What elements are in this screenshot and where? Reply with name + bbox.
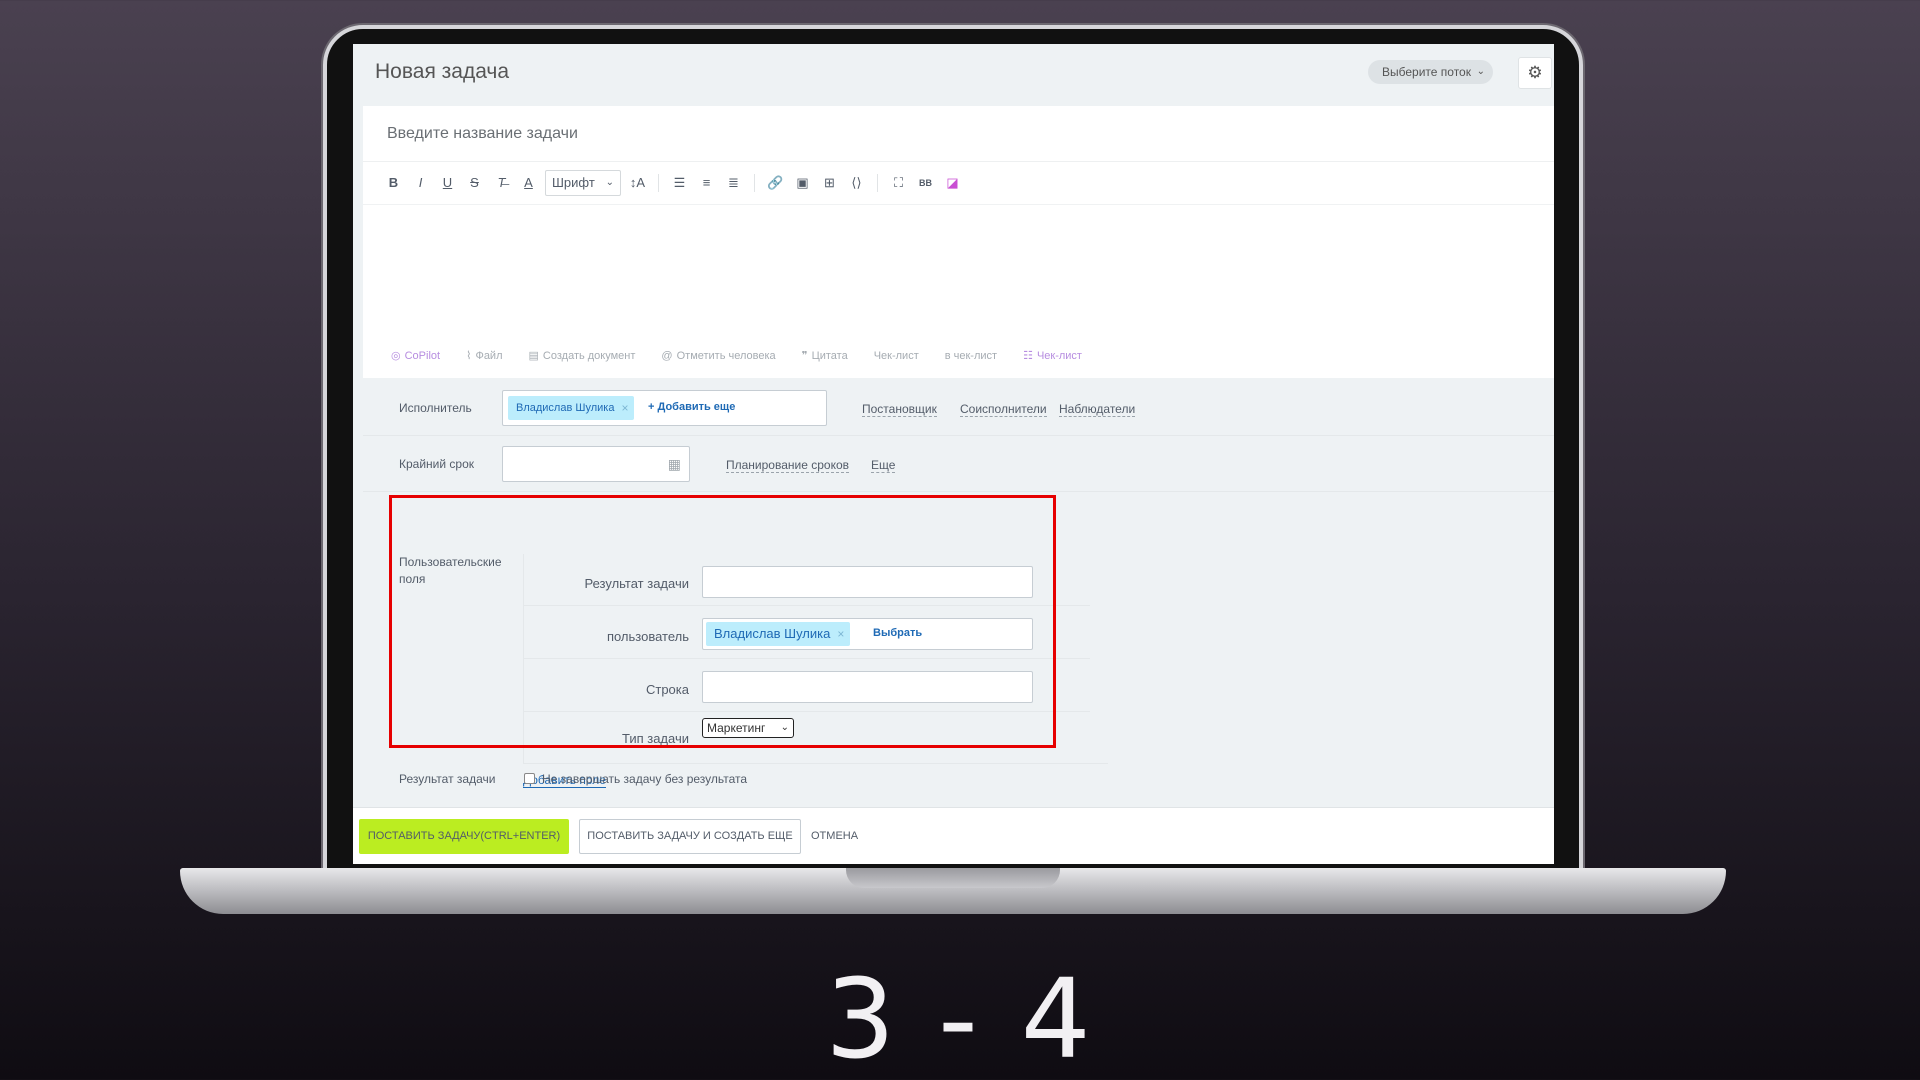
text-color-icon[interactable]: A [518,172,539,194]
assignee-row: Исполнитель Владислав Шулика × + Добавит… [363,380,1554,436]
fullscreen-icon[interactable]: ⛶ [888,172,909,194]
file-label: Файл [475,349,503,362]
flow-select-label: Выберите поток [1382,65,1471,79]
copilot-icon: ◎ [391,350,401,362]
assignee-chip[interactable]: Владислав Шулика × [508,396,635,420]
form-footer: ПОСТАВИТЬ ЗАДАЧУ(CTRL+ENTER) ПОСТАВИТЬ З… [353,807,1554,864]
font-select-label: Шрифт [552,175,595,190]
ordered-list-icon[interactable]: ☰ [669,172,690,194]
code-icon[interactable]: ⟨⟩ [846,172,867,194]
paperclip-icon: ⌇ [466,350,472,362]
flow-select[interactable]: Выберите поток ⌄ [1368,60,1493,84]
gear-icon: ⚙ [1527,63,1543,82]
checklist-icon: ☷ [1023,350,1033,362]
assignee-box[interactable]: Владислав Шулика × + Добавить еще [502,390,827,426]
image-icon[interactable]: ▣ [792,172,813,194]
copilot-button[interactable]: ◎ CoPilot [391,349,441,363]
no-complete-checkbox[interactable] [524,773,535,784]
assignee-label: Исполнитель [399,401,472,415]
underline-icon[interactable]: U [437,172,458,194]
task-name-input[interactable] [363,106,1554,162]
font-size-icon[interactable]: ↕A [627,172,648,194]
role-link-coexecutors[interactable]: Соисполнители [960,402,1047,417]
result-row: Результат задачи Не завершать задачу без… [353,762,1554,792]
bold-icon[interactable]: B [383,172,404,194]
strikethrough-icon[interactable]: S [464,172,485,194]
cancel-button[interactable]: ОТМЕНА [811,819,858,854]
planning-link[interactable]: Планирование сроков [726,458,850,473]
deadline-input[interactable]: ▦ [502,446,690,482]
attach-bar: ◎ CoPilot ⌇ Файл ▤ Создать документ @ От… [391,349,1082,363]
file-button[interactable]: ⌇ Файл [466,349,503,363]
quote-button[interactable]: ❞ Цитата [801,349,848,363]
clear-format-icon[interactable]: T̶ [491,172,512,194]
assignee-chip-label: Владислав Шулика [516,402,615,414]
deadline-label: Крайний срок [399,457,475,471]
bullet-list-icon[interactable]: ≡ [696,172,717,194]
laptop-notch [846,868,1060,888]
calendar-icon[interactable]: ▦ [668,456,681,473]
checklist-button[interactable]: Чек-лист [874,349,919,362]
create-task-button[interactable]: ПОСТАВИТЬ ЗАДАЧУ(CTRL+ENTER) [359,819,569,854]
toolbar-divider [658,174,659,192]
copilot-label: CoPilot [404,349,441,362]
create-doc-label: Создать документ [542,349,636,362]
table-icon[interactable]: ⊞ [819,172,840,194]
more-link[interactable]: Еще [871,458,896,473]
quote-icon: ❞ [801,350,808,362]
at-icon: @ [661,349,673,362]
checklist-label: Чек-лист [873,349,919,362]
mention-label: Отметить человека [676,349,776,362]
settings-button[interactable]: ⚙ [1518,57,1552,89]
page-title: Новая задача [375,60,510,83]
result-label: Результат задачи [399,772,496,786]
to-checklist-label: в чек-лист [944,349,998,362]
deadline-row: Крайний срок ▦ Планирование сроков Еще [363,436,1554,492]
close-icon[interactable]: × [621,396,628,420]
role-link-observers[interactable]: Наблюдатели [1059,402,1136,417]
checklist-add-button[interactable]: ☷ Чек-лист [1023,349,1082,363]
role-link-creator[interactable]: Постановщик [862,402,937,417]
create-and-new-button[interactable]: ПОСТАВИТЬ ЗАДАЧУ И СОЗДАТЬ ЕЩЕ [579,819,801,854]
chevron-down-icon: ⌄ [1476,66,1485,77]
editor-card: B I U S T̶ A Шрифт ⌄ ↕A ☰ ≡ ≣ 🔗 ▣ ⊞ ⟨⟩ ⛶… [363,106,1554,378]
chevron-down-icon: ⌄ [605,177,614,188]
toolbar-divider-line [363,204,1554,205]
toolbar-divider [877,174,878,192]
to-checklist-button[interactable]: в чек-лист [945,349,997,362]
app-screen: Новая задача Выберите поток ⌄ ⚙ B I U S … [353,44,1554,864]
slide-number: 3 - 4 [825,955,1095,1080]
add-more-button[interactable]: + Добавить еще [648,401,735,413]
bbcode-icon[interactable]: BB [915,172,936,194]
create-doc-button[interactable]: ▤ Создать документ [528,349,636,363]
highlight-box [389,495,1056,748]
italic-icon[interactable]: I [410,172,431,194]
no-complete-checkbox-label: Не завершать задачу без результата [542,772,748,786]
toolbar-divider [754,174,755,192]
document-icon: ▤ [528,350,539,362]
quote-label: Цитата [811,349,848,362]
ai-image-icon[interactable]: ◪ [942,172,963,194]
link-icon[interactable]: 🔗 [765,172,786,194]
checklist2-label: Чек-лист [1036,349,1082,362]
font-select[interactable]: Шрифт ⌄ [545,170,621,196]
align-icon[interactable]: ≣ [723,172,744,194]
editor-toolbar: B I U S T̶ A Шрифт ⌄ ↕A ☰ ≡ ≣ 🔗 ▣ ⊞ ⟨⟩ ⛶… [383,168,963,198]
mention-button[interactable]: @ Отметить человека [661,349,775,362]
